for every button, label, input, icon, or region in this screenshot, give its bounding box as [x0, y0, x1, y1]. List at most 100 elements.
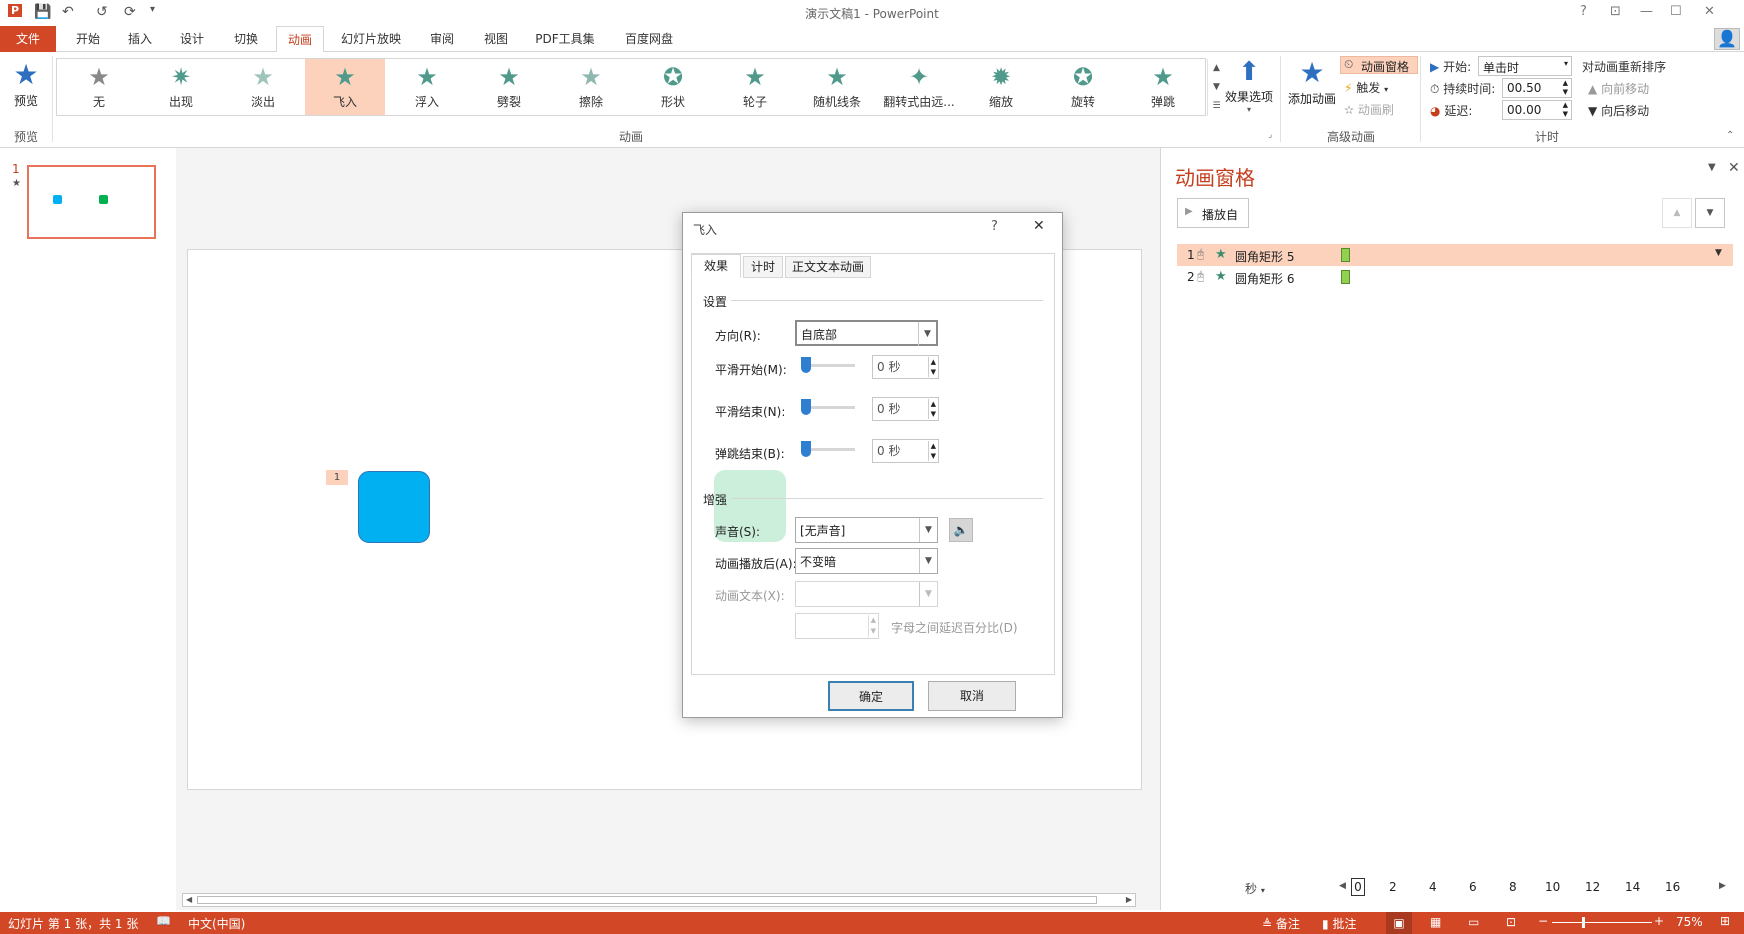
gallery-item-wipe[interactable]: ★ 擦除 — [551, 59, 631, 115]
notes-button[interactable]: ≜ 备注 — [1262, 915, 1300, 932]
collapse-ribbon-icon[interactable]: ⌃ — [1726, 130, 1734, 141]
timeline-left-icon[interactable]: ◀ — [1339, 881, 1346, 891]
pane-close-icon[interactable]: ✕ — [1728, 160, 1740, 176]
animate-text-select[interactable]: ▼ — [795, 581, 938, 607]
dialog-tab-timing[interactable]: 计时 — [743, 256, 783, 278]
tab-review[interactable]: 审阅 — [420, 26, 464, 52]
animation-list-item-2[interactable]: 2 🖰 ★ 圆角矩形 6 — [1177, 266, 1733, 288]
slideshow-view-icon[interactable]: ⊡ — [1506, 915, 1516, 929]
slide-thumbnail[interactable] — [27, 165, 156, 239]
tab-design[interactable]: 设计 — [170, 26, 214, 52]
gallery-item-wheel[interactable]: ★ 轮子 — [715, 59, 795, 115]
preview-button[interactable]: ★ 预览 — [6, 58, 46, 122]
lightning-icon: ⚡ — [1344, 81, 1353, 95]
timing-bar[interactable] — [1341, 248, 1350, 262]
move-up-icon[interactable]: ▲ — [1662, 198, 1692, 228]
smooth-end-slider-thumb[interactable] — [801, 399, 811, 415]
star-shape-icon: ✪ — [662, 63, 684, 91]
minimize-icon[interactable]: — — [1640, 4, 1653, 19]
tab-view[interactable]: 视图 — [474, 26, 518, 52]
item-dropdown-icon[interactable]: ▼ — [1715, 248, 1722, 258]
rounded-rect-5[interactable] — [358, 471, 430, 543]
spell-check-icon[interactable]: 📖 — [156, 914, 171, 928]
timeline-right-icon[interactable]: ▶ — [1719, 881, 1726, 891]
slide-sorter-icon[interactable]: ▦ — [1430, 915, 1441, 929]
dialog-tab-text-animation[interactable]: 正文文本动画 — [785, 256, 871, 278]
direction-select[interactable]: 自底部 ▼ — [795, 320, 938, 346]
tab-animations[interactable]: 动画 — [276, 26, 324, 53]
pane-options-icon[interactable]: ▼ — [1708, 162, 1716, 173]
gallery-item-none[interactable]: ★ 无 — [59, 59, 139, 115]
duration-spinner[interactable]: 00.50 ▲ ▼ — [1502, 78, 1572, 98]
delay-spinner[interactable]: 00.00 ▲ ▼ — [1502, 100, 1572, 120]
bounce-end-spinner[interactable]: 0 秒 ▲ ▼ — [872, 439, 939, 463]
language-status[interactable]: 中文(中国) — [188, 915, 245, 932]
scroll-right-icon[interactable]: ▶ — [1126, 894, 1132, 906]
after-animation-select[interactable]: 不变暗 ▼ — [795, 548, 938, 574]
timeline-ruler[interactable]: 0 2 4 6 8 10 12 14 16 — [1351, 878, 1691, 896]
gallery-item-shape[interactable]: ✪ 形状 — [633, 59, 713, 115]
animation-order-tag[interactable]: 1 — [326, 470, 348, 485]
close-icon[interactable]: ✕ — [1704, 4, 1715, 19]
trigger-button[interactable]: ⚡ 触发 ▾ — [1344, 79, 1388, 96]
smooth-end-spinner[interactable]: 0 秒 ▲ ▼ — [872, 397, 939, 421]
tab-slideshow[interactable]: 幻灯片放映 — [334, 26, 408, 52]
gallery-item-float-in[interactable]: ★ 浮入 — [387, 59, 467, 115]
scroll-thumb[interactable] — [197, 896, 1097, 904]
dialog-close-icon[interactable]: ✕ — [1033, 218, 1045, 234]
animation-painter-button[interactable]: ✫ 动画刷 — [1344, 101, 1394, 118]
zoom-slider-thumb[interactable] — [1582, 917, 1585, 928]
gallery-item-fly-in[interactable]: ★ 飞入 — [305, 59, 385, 115]
zoom-in-icon[interactable]: + — [1654, 914, 1664, 928]
gallery-item-fade[interactable]: ★ 淡出 — [223, 59, 303, 115]
move-later-button[interactable]: ▼ 向后移动 — [1588, 102, 1649, 119]
timeline-unit-dropdown[interactable]: 秒 ▾ — [1245, 880, 1265, 897]
maximize-icon[interactable]: ☐ — [1670, 4, 1682, 19]
gallery-item-bounce[interactable]: ★ 弹跳 — [1123, 59, 1203, 115]
tab-home[interactable]: 开始 — [66, 26, 110, 52]
zoom-slider-track[interactable] — [1552, 922, 1652, 923]
gallery-item-grow-turn[interactable]: ✦ 翻转式由远... — [879, 59, 959, 115]
animation-dialog-launcher-icon[interactable]: ⌟ — [1268, 130, 1272, 140]
scroll-left-icon[interactable]: ◀ — [186, 894, 192, 906]
ok-button[interactable]: 确定 — [828, 681, 914, 711]
tab-file[interactable]: 文件 — [0, 26, 56, 52]
dialog-help-icon[interactable]: ? — [991, 219, 998, 234]
zoom-out-icon[interactable]: − — [1538, 914, 1548, 928]
dialog-tab-effect[interactable]: 效果 — [691, 254, 741, 278]
tab-transitions[interactable]: 切换 — [224, 26, 268, 52]
move-down-icon[interactable]: ▼ — [1695, 198, 1725, 228]
smooth-start-slider-thumb[interactable] — [801, 357, 811, 373]
sound-select[interactable]: [无声音] ▼ — [795, 517, 938, 543]
normal-view-icon[interactable]: ▣ — [1386, 912, 1412, 934]
comments-button[interactable]: ▮ 批注 — [1322, 915, 1356, 932]
reading-view-icon[interactable]: ▭ — [1468, 915, 1479, 929]
animation-list-item-1[interactable]: 1 🖰 ★ 圆角矩形 5 ▼ — [1177, 244, 1733, 266]
tab-baidu-netdisk[interactable]: 百度网盘 — [614, 26, 684, 52]
speaker-icon[interactable]: 🔈 — [949, 518, 973, 542]
effect-options-button[interactable]: ⬆ 效果选项 ▾ — [1222, 56, 1276, 120]
tab-pdf-tools[interactable]: PDF工具集 — [530, 26, 600, 52]
user-avatar[interactable]: 👤 — [1714, 28, 1740, 50]
gallery-item-random-bars[interactable]: ★ 随机线条 — [797, 59, 877, 115]
play-from-button[interactable]: ▶ 播放自 — [1177, 198, 1249, 228]
gallery-item-swivel[interactable]: ✪ 旋转 — [1043, 59, 1123, 115]
letter-delay-spinner[interactable]: ▲ ▼ — [795, 613, 879, 639]
help-icon[interactable]: ? — [1580, 4, 1587, 19]
animation-pane-button[interactable]: ⏲ 动画窗格 — [1340, 56, 1418, 74]
zoom-level[interactable]: 75% — [1676, 915, 1703, 929]
gallery-item-zoom[interactable]: ✹ 缩放 — [961, 59, 1041, 115]
horizontal-scrollbar[interactable]: ◀ ▶ — [182, 893, 1136, 907]
smooth-start-spinner[interactable]: 0 秒 ▲ ▼ — [872, 355, 939, 379]
cancel-button[interactable]: 取消 — [928, 681, 1016, 711]
ribbon-display-options-icon[interactable]: ⊡ — [1610, 4, 1621, 19]
add-animation-button[interactable]: ★ 添加动画 — [1286, 56, 1338, 120]
gallery-item-split[interactable]: ★ 劈裂 — [469, 59, 549, 115]
start-select[interactable]: 单击时 ▾ — [1478, 56, 1572, 76]
move-earlier-button[interactable]: ▲ 向前移动 — [1588, 80, 1649, 97]
bounce-end-slider-thumb[interactable] — [801, 441, 811, 457]
fit-slide-icon[interactable]: ⊞ — [1720, 914, 1730, 928]
tab-insert[interactable]: 插入 — [118, 26, 162, 52]
gallery-item-appear[interactable]: ✷ 出现 — [141, 59, 221, 115]
timing-bar[interactable] — [1341, 270, 1350, 284]
